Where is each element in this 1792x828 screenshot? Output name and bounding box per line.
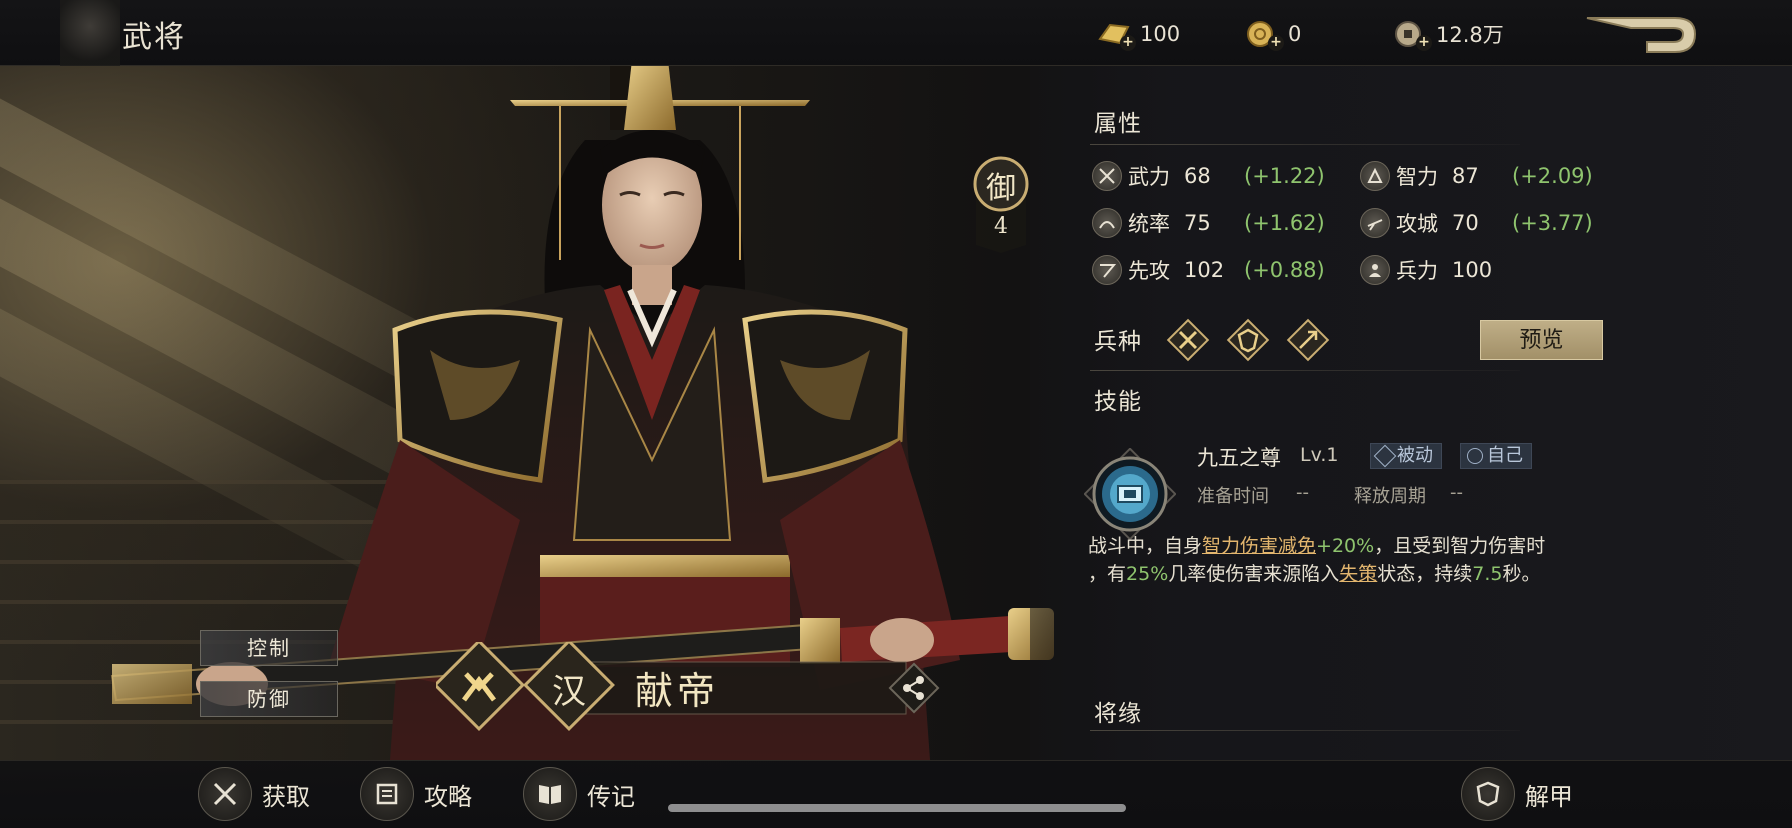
attribute-command: 统率 75 (+1.62) xyxy=(1092,207,1325,239)
diamond-icon xyxy=(1373,444,1397,468)
skill-level: Lv.1 xyxy=(1300,444,1339,466)
attribute-force: 武力 68 (+1.22) xyxy=(1092,160,1325,192)
keyword-link[interactable]: 失策 xyxy=(1339,563,1377,585)
rank-label: 御 xyxy=(986,171,1016,206)
share-icon xyxy=(888,662,940,714)
role-tag-defense: 防御 xyxy=(200,681,338,717)
skill-description: 战斗中，自身智力伤害减免+20%，且受到智力伤害时 ，有25%几率使伤害来源陷入… xyxy=(1088,535,1546,585)
obtain-icon xyxy=(198,767,252,821)
siege-icon xyxy=(1360,208,1390,238)
skill-name: 九五之尊 xyxy=(1197,446,1281,470)
plus-icon: + xyxy=(1268,35,1284,51)
keyword-link[interactable]: 智力伤害减免 xyxy=(1202,535,1316,557)
scroll-icon xyxy=(360,767,414,821)
currency-value: 100 xyxy=(1140,22,1181,46)
initiative-icon xyxy=(1092,255,1122,285)
guide-button[interactable]: 攻略 xyxy=(360,767,472,821)
currency-gold-coin[interactable]: + 0 xyxy=(1244,18,1302,51)
title-portrait xyxy=(60,0,120,66)
book-icon xyxy=(523,767,577,821)
release-cycle-label: 释放周期 xyxy=(1354,486,1426,507)
divider xyxy=(1090,730,1520,731)
copper-coin-icon: + xyxy=(1392,19,1432,51)
gold-coin-icon: + xyxy=(1244,19,1284,51)
preview-button[interactable]: 预览 xyxy=(1480,320,1603,360)
shield-icon[interactable] xyxy=(1226,318,1270,362)
attribute-troops: 兵力 100 xyxy=(1360,254,1506,286)
fate-title: 将缘 xyxy=(1094,701,1142,727)
gold-bar-icon: + xyxy=(1096,19,1136,51)
home-indicator[interactable] xyxy=(668,804,1126,812)
skill-emblem-icon xyxy=(1083,447,1177,541)
cavalry-icon[interactable] xyxy=(1166,318,1210,362)
biography-button[interactable]: 传记 xyxy=(523,767,635,821)
release-cycle-value: -- xyxy=(1450,482,1463,503)
page-title: 武将 xyxy=(122,20,186,55)
archer-icon[interactable] xyxy=(1286,318,1330,362)
currency-value: 0 xyxy=(1288,22,1302,46)
currency-copper-coin[interactable]: + 12.8万 xyxy=(1392,18,1504,51)
command-icon xyxy=(1092,208,1122,238)
rank-value: 4 xyxy=(994,214,1008,239)
attributes-title: 属性 xyxy=(1094,111,1142,137)
plus-icon: + xyxy=(1120,35,1136,51)
skills-title: 技能 xyxy=(1094,389,1142,415)
skill-icon[interactable] xyxy=(1083,447,1177,541)
armor-icon xyxy=(1461,767,1515,821)
attribute-siege: 攻城 70 (+3.77) xyxy=(1360,207,1593,239)
currency-gold-bar[interactable]: + 100 xyxy=(1096,18,1181,51)
attribute-intelligence: 智力 87 (+2.09) xyxy=(1360,160,1593,192)
attribute-initiative: 先攻 102 (+0.88) xyxy=(1092,254,1325,286)
back-arrow-icon xyxy=(1586,17,1697,53)
troop-types-title: 兵种 xyxy=(1094,329,1142,355)
unequip-button[interactable]: 解甲 xyxy=(1461,767,1573,821)
hero-name: 献帝 xyxy=(635,669,720,713)
faction-glyph: 汉 xyxy=(552,672,586,712)
top-bar: 武将 + 100 + 0 + 12.8万 xyxy=(0,0,1792,66)
swords-icon xyxy=(1092,161,1122,191)
tag-self: 自己 xyxy=(1460,443,1532,469)
currency-value: 12.8万 xyxy=(1436,23,1504,47)
brain-icon xyxy=(1360,161,1390,191)
share-button[interactable] xyxy=(887,661,941,715)
plus-icon: + xyxy=(1416,35,1432,51)
divider xyxy=(1090,144,1520,145)
divider xyxy=(1090,370,1520,371)
troops-icon xyxy=(1360,255,1390,285)
prep-time-label: 准备时间 xyxy=(1197,486,1269,507)
role-tag-control: 控制 xyxy=(200,630,338,666)
obtain-button[interactable]: 获取 xyxy=(198,767,310,821)
tag-passive: 被动 xyxy=(1370,443,1442,469)
prep-time-value: -- xyxy=(1296,482,1309,503)
back-button[interactable] xyxy=(1585,12,1699,56)
target-icon xyxy=(1467,448,1483,464)
